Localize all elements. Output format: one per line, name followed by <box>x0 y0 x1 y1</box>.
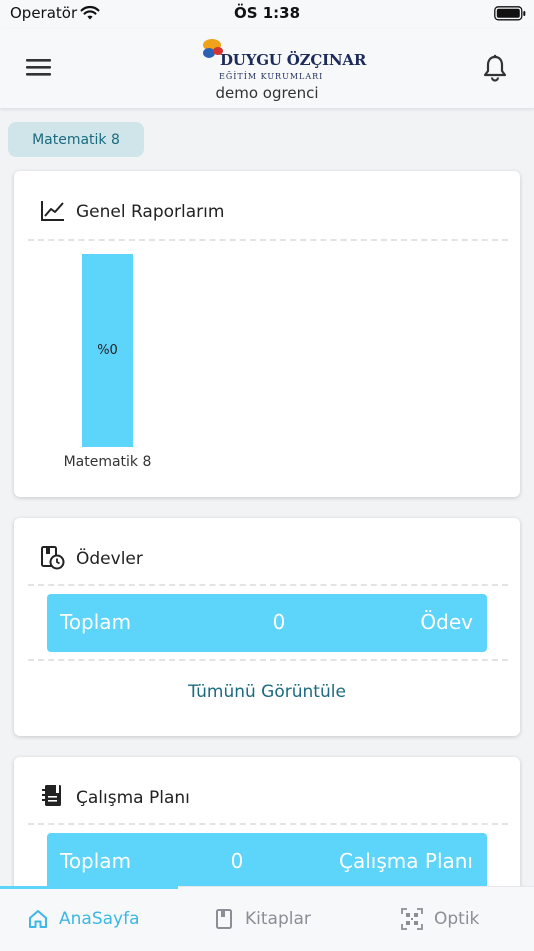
tab-books[interactable]: Kitaplar <box>178 887 356 951</box>
study-plan-icon <box>42 785 61 806</box>
reports-card: Genel Raporlarım %0 Matematik 8 <box>14 171 520 497</box>
tab-optics-label: Optik <box>434 909 480 929</box>
line-chart-icon <box>41 201 64 221</box>
battery-icon <box>494 6 526 21</box>
logo-subtitle: EĞİTİM KURUMLARI <box>219 72 324 81</box>
study-plan-title: Çalışma Planı <box>76 788 190 808</box>
book-icon <box>216 909 232 929</box>
chart-value-label: %0 <box>97 343 118 358</box>
homework-title: Ödevler <box>76 549 143 569</box>
homework-unit-label: Ödev <box>420 610 473 634</box>
brand-logo: DUYGU ÖZÇINAR EĞİTİM KURUMLARI <box>202 38 366 86</box>
divider <box>28 239 508 241</box>
chart-category-label: Matematik 8 <box>63 454 152 470</box>
qr-code-icon <box>401 908 423 930</box>
divider <box>28 584 508 586</box>
user-name: demo ogrenci <box>215 84 319 102</box>
chart-bar: %0 <box>82 254 133 447</box>
notification-bell-icon[interactable] <box>482 54 508 82</box>
study-plan-total-bar: Toplam 0 Çalışma Planı <box>47 833 487 891</box>
homework-clock-icon <box>41 546 65 570</box>
divider <box>28 659 508 661</box>
reports-title: Genel Raporlarım <box>76 202 225 222</box>
class-selector-chip[interactable]: Matematik 8 <box>8 122 144 157</box>
study-plan-card: Çalışma Planı Toplam 0 Çalışma Planı <box>14 757 520 907</box>
app-header: DUYGU ÖZÇINAR EĞİTİM KURUMLARI demo ogre… <box>0 28 534 109</box>
tab-home[interactable]: AnaSayfa <box>0 887 178 951</box>
tab-home-label: AnaSayfa <box>59 909 140 929</box>
divider <box>28 823 508 825</box>
home-icon <box>29 910 47 928</box>
view-all-homework-link[interactable]: Tümünü Görüntüle <box>14 682 520 702</box>
reports-chart: %0 Matematik 8 <box>14 251 520 471</box>
status-bar: Operatör ÖS 1:38 <box>0 0 534 28</box>
homework-total-bar: Toplam 0 Ödev <box>47 594 487 652</box>
hamburger-menu-icon[interactable] <box>26 56 52 78</box>
logo-name: DUYGU ÖZÇINAR <box>220 51 367 69</box>
bottom-tab-bar: AnaSayfa Kitaplar Optik <box>0 886 534 951</box>
tab-optics[interactable]: Optik <box>356 887 534 951</box>
study-plan-unit-label: Çalışma Planı <box>339 849 473 873</box>
clock: ÖS 1:38 <box>233 4 301 22</box>
homework-card: Ödevler Toplam 0 Ödev Tümünü Görüntüle <box>14 518 520 736</box>
tab-books-label: Kitaplar <box>245 909 311 929</box>
